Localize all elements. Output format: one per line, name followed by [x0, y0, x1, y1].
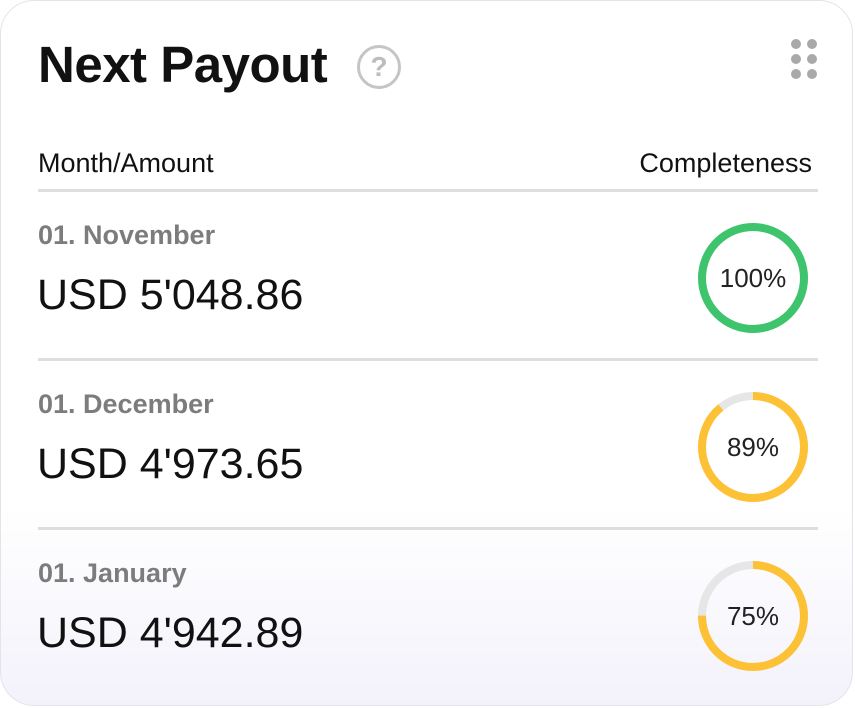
payout-month: 01. November — [38, 220, 216, 250]
drag-handle-icon[interactable] — [789, 37, 819, 79]
completeness-ring: 100% — [696, 221, 810, 335]
completeness-value: 100% — [719, 263, 787, 293]
payout-amount: USD 4'973.65 — [37, 440, 304, 488]
column-header-completeness: Completeness — [639, 148, 812, 178]
widget-title: Next Payout — [38, 36, 328, 93]
payout-month: 01. January — [38, 558, 187, 588]
payout-amount: USD 4'942.89 — [37, 609, 304, 657]
column-header-month-amount: Month/Amount — [38, 148, 214, 178]
row-divider — [38, 358, 818, 361]
question-circle-icon[interactable]: ? — [357, 45, 401, 89]
completeness-ring: 89% — [696, 390, 810, 504]
payout-month: 01. December — [38, 389, 214, 419]
row-divider — [38, 527, 818, 530]
completeness-ring: 75% — [696, 559, 810, 673]
next-payout-card: Next Payout ? Month/Amount Completeness … — [0, 0, 853, 706]
completeness-value: 75% — [726, 601, 780, 631]
completeness-value: 89% — [726, 432, 780, 462]
payout-amount: USD 5'048.86 — [37, 271, 304, 319]
header-divider — [38, 189, 818, 192]
